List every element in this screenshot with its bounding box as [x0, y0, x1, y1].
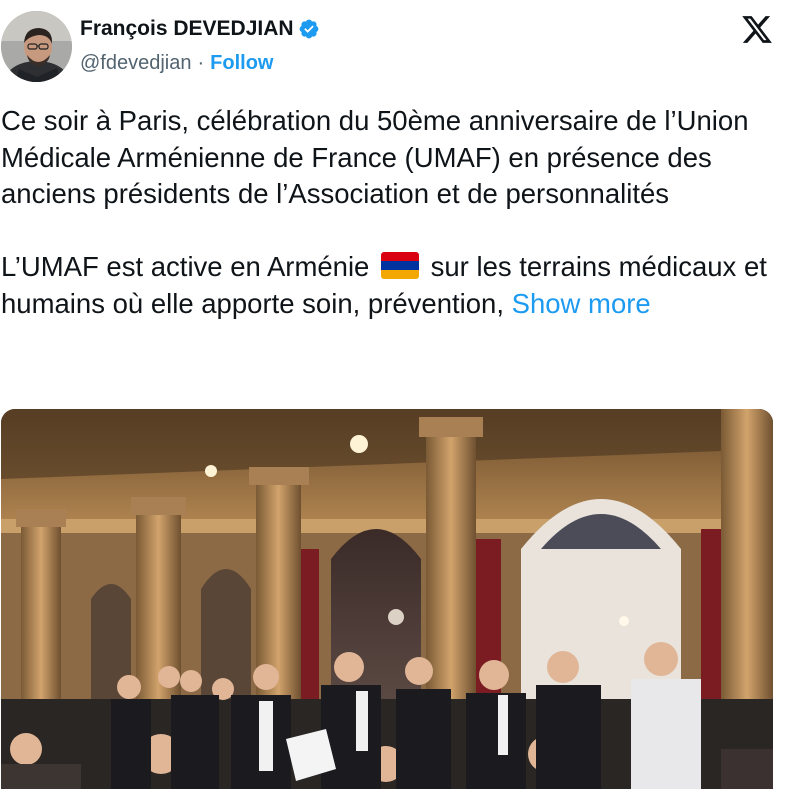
author-handle-row: @fdevedjian · Follow — [80, 52, 273, 75]
x-logo-icon[interactable] — [740, 13, 774, 46]
tweet-photo[interactable] — [1, 409, 773, 789]
follow-button[interactable]: Follow — [210, 52, 273, 75]
armenia-flag-icon — [381, 252, 419, 279]
tweet-paragraph-2-start: L’UMAF est active en Arménie — [1, 251, 370, 282]
tweet-paragraph-1: Ce soir à Paris, célébration du 50ème an… — [1, 105, 757, 209]
author-handle[interactable]: @fdevedjian — [80, 52, 191, 75]
show-more-link[interactable]: Show more — [512, 288, 651, 319]
author-name-row: François DEVEDJIAN — [80, 17, 320, 41]
author-name[interactable]: François DEVEDJIAN — [80, 17, 294, 41]
avatar[interactable] — [1, 11, 72, 82]
tweet-header: François DEVEDJIAN @fdevedjian · Follow — [0, 0, 790, 90]
avatar-portrait — [1, 11, 72, 82]
photo-gala-hall — [1, 409, 773, 789]
separator-dot: · — [197, 52, 205, 74]
tweet-text: Ce soir à Paris, célébration du 50ème an… — [1, 103, 781, 322]
verified-badge-icon — [299, 19, 318, 39]
